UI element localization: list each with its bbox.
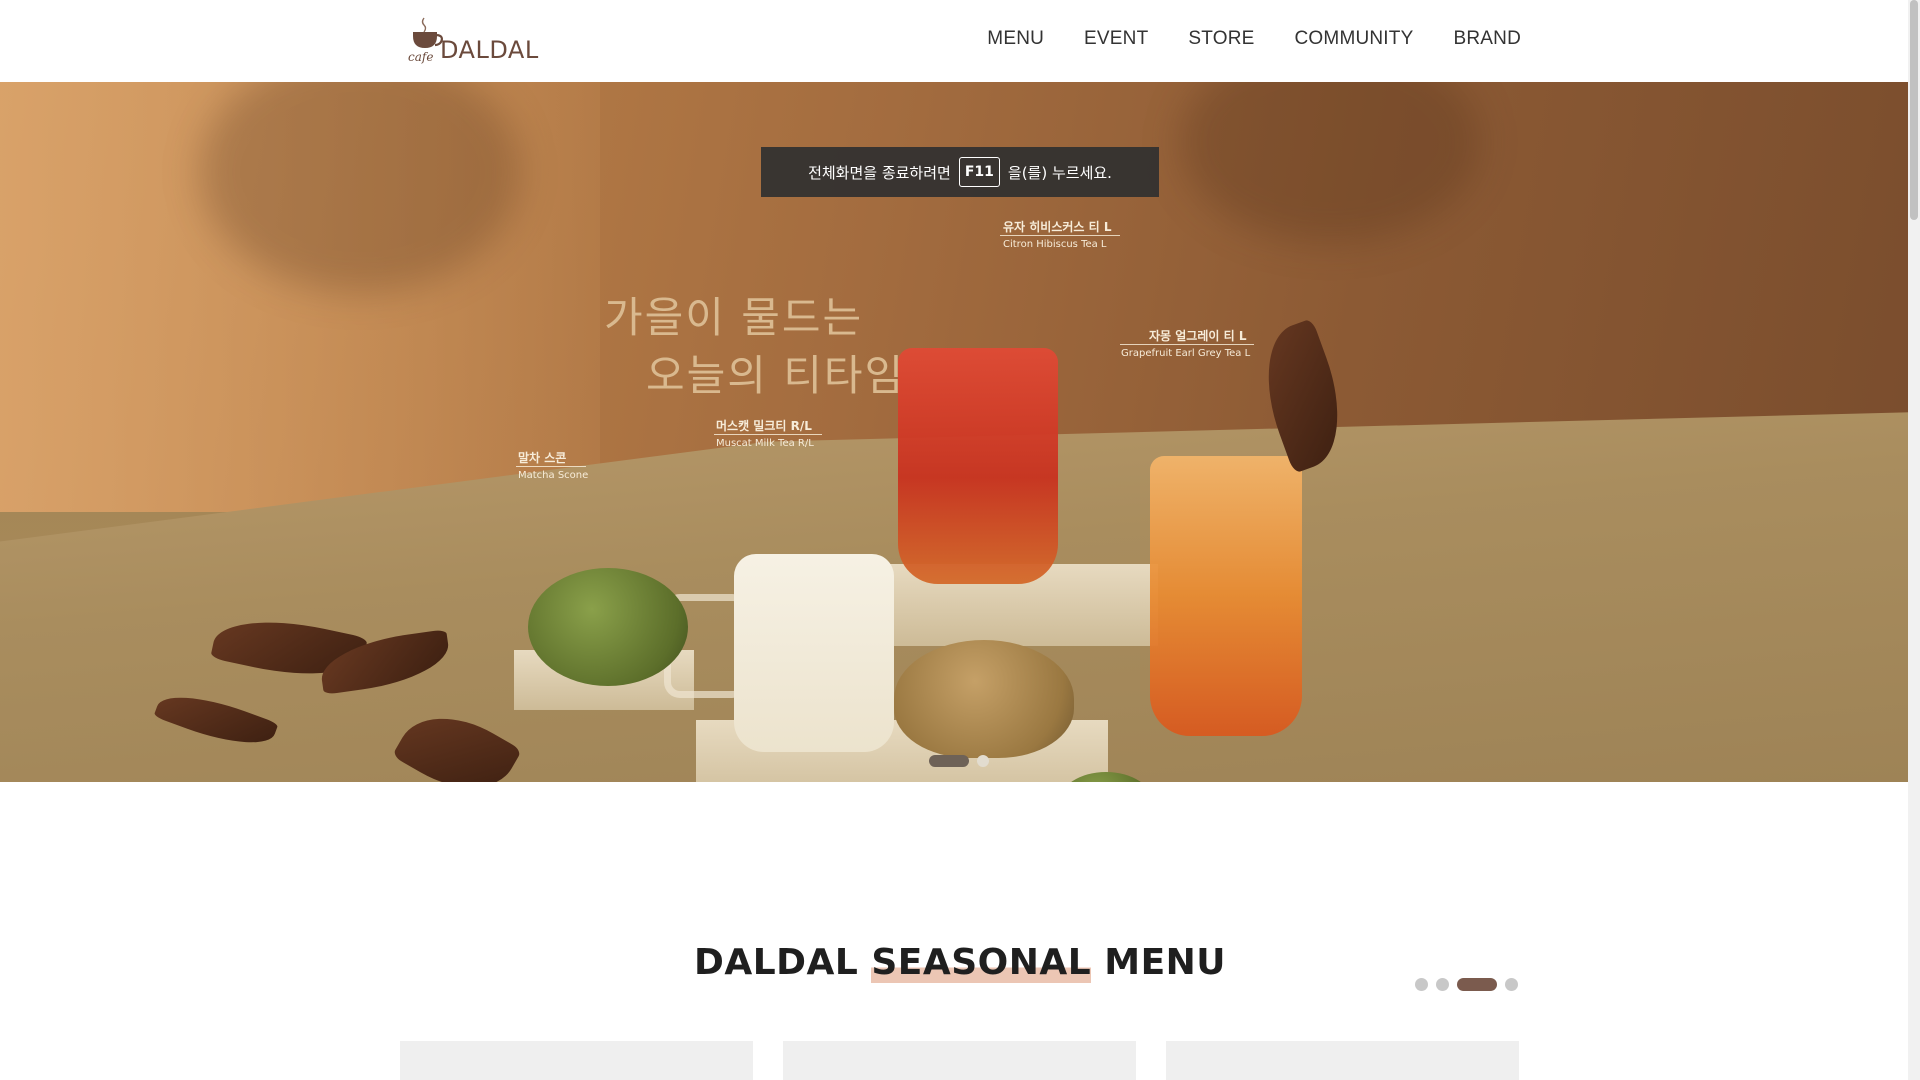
nav-menu[interactable]: MENU — [987, 28, 1044, 50]
product-label-en: Matcha Scone — [518, 470, 589, 481]
label-line — [1000, 235, 1120, 236]
logo[interactable]: cafe DALDAL — [406, 14, 539, 66]
product-label-ko: 머스캣 밀크티 R/L — [716, 419, 812, 433]
seasonal-title-pre: DALDAL — [693, 942, 872, 983]
nav-brand[interactable]: BRAND — [1453, 28, 1521, 50]
product-label-ko: 유자 히비스커스 티 L — [1003, 220, 1112, 234]
product-label: 유자 히비스커스 티 L Citron Hibiscus Tea L — [1003, 218, 1112, 250]
label-line — [516, 466, 586, 467]
citron-hibiscus-tea-image — [898, 348, 1058, 584]
hero-copy-line2: 오늘의 티타임 — [646, 351, 906, 400]
seasonal-slide-dot-2[interactable] — [1436, 978, 1449, 991]
product-label-en: Citron Hibiscus Tea L — [1003, 239, 1107, 250]
page-scrollbar[interactable] — [1908, 0, 1920, 1080]
seasonal-title-highlight: SEASONAL — [871, 942, 1092, 983]
logo-name-text: DALDAL — [440, 36, 539, 64]
seasonal-menu-title: DALDAL SEASONAL MENU — [0, 942, 1920, 983]
seasonal-slide-dot-3[interactable] — [1457, 978, 1497, 991]
scone-image — [894, 640, 1074, 758]
grapefruit-earl-grey-tea-image — [1150, 456, 1302, 736]
seasonal-title-post: MENU — [1091, 942, 1227, 983]
fullscreen-notice-after: 을(를) 누르세요. — [1007, 163, 1112, 182]
product-label: 자몽 얼그레이 티 L Grapefruit Earl Grey Tea L — [1121, 327, 1250, 359]
hero-slide-dot-2[interactable] — [977, 755, 989, 767]
menu-card[interactable] — [783, 1041, 1136, 1080]
seasonal-slide-dot-1[interactable] — [1415, 978, 1428, 991]
product-label: 머스캣 밀크티 R/L Muscat Milk Tea R/L — [716, 417, 814, 449]
hero-copy-line1: 가을이 물드는 — [604, 293, 864, 342]
scrollbar-thumb[interactable] — [1910, 0, 1918, 220]
menu-card[interactable] — [400, 1041, 753, 1080]
site-header: cafe DALDAL MENU EVENT STORE COMMUNITY B… — [0, 0, 1920, 82]
seasonal-slider-pagination — [1415, 978, 1518, 991]
product-label-ko: 자몽 얼그레이 티 L — [1149, 329, 1247, 343]
hero-slider-pagination — [929, 755, 989, 767]
product-label-en: Grapefruit Earl Grey Tea L — [1121, 348, 1251, 359]
label-line — [1120, 344, 1254, 345]
product-label: 말차 스콘 Matcha Scone — [518, 449, 588, 481]
nav-event[interactable]: EVENT — [1084, 28, 1148, 50]
muscat-milk-tea-image — [734, 554, 894, 752]
hero-banner: 가을이 물드는 오늘의 티타임 유자 히비스커스 티 L Citron Hibi… — [0, 82, 1920, 782]
product-label-en: Muscat Milk Tea R/L — [716, 438, 814, 449]
main-nav: MENU EVENT STORE COMMUNITY BRAND — [987, 28, 1521, 50]
fullscreen-notice-before: 전체화면을 종료하려면 — [808, 163, 951, 182]
seasonal-slide-dot-4[interactable] — [1505, 978, 1518, 991]
logo-cafe-text: cafe — [408, 50, 434, 64]
matcha-scone-image — [528, 568, 688, 686]
f11-key: F11 — [958, 157, 1000, 187]
label-line — [714, 434, 822, 435]
hero-slide-dot-1[interactable] — [929, 755, 969, 767]
seasonal-menu-cards — [400, 1041, 1519, 1080]
nav-store[interactable]: STORE — [1188, 28, 1254, 50]
fullscreen-exit-notice: 전체화면을 종료하려면 F11 을(를) 누르세요. — [761, 147, 1159, 197]
menu-card[interactable] — [1166, 1041, 1519, 1080]
nav-community[interactable]: COMMUNITY — [1295, 28, 1414, 50]
product-label-ko: 말차 스콘 — [518, 451, 567, 465]
